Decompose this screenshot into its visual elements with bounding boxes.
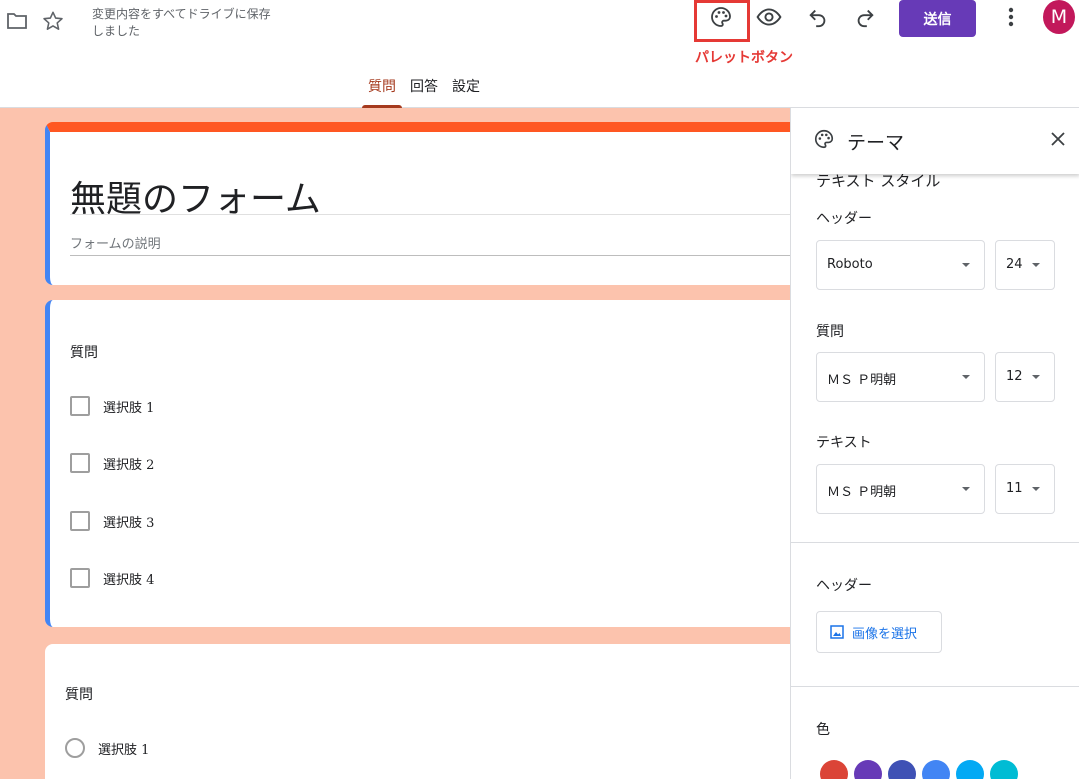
dropdown-arrow-icon <box>962 263 970 267</box>
header-font-value: Roboto <box>827 257 873 272</box>
redo-icon <box>857 9 874 28</box>
color-swatch[interactable] <box>956 760 984 779</box>
close-icon <box>1051 132 1065 146</box>
dropdown-arrow-icon <box>962 375 970 379</box>
radio-option[interactable]: 選択肢 1 <box>65 737 149 759</box>
checkbox-option[interactable]: 選択肢 2 <box>70 452 154 474</box>
question-title[interactable]: 質問 <box>70 342 98 362</box>
question-font-select[interactable]: ＭＳ Ｐ明朝 <box>816 352 985 402</box>
color-swatch[interactable] <box>922 760 950 779</box>
star-icon[interactable] <box>42 10 64 32</box>
header-size-value: 24 <box>1006 257 1023 272</box>
close-button[interactable] <box>1047 128 1069 150</box>
option-label[interactable]: 選択肢 2 <box>103 454 154 473</box>
color-swatch[interactable] <box>888 760 916 779</box>
palette-icon <box>815 129 834 149</box>
redo-button[interactable] <box>850 2 880 32</box>
question-size-value: 12 <box>1006 369 1023 384</box>
palette-icon <box>711 7 731 27</box>
tab-bar: 質問 回答 設定 <box>362 68 488 108</box>
color-swatch[interactable] <box>854 760 882 779</box>
avatar[interactable]: M <box>1043 0 1075 34</box>
form-description-field[interactable]: フォームの説明 <box>70 233 161 252</box>
header-size-select[interactable]: 24 <box>995 240 1055 290</box>
more-vert-icon <box>1008 7 1014 27</box>
option-label[interactable]: 選択肢 4 <box>103 569 154 588</box>
tab-responses[interactable]: 回答 <box>404 68 444 108</box>
checkbox[interactable] <box>70 568 90 588</box>
palette-annotation-label: パレットボタン <box>695 50 793 66</box>
theme-panel-header: テーマ <box>791 108 1079 174</box>
question-title[interactable]: 質問 <box>65 684 93 704</box>
theme-panel-title: テーマ <box>847 132 905 154</box>
description-underline <box>70 255 790 256</box>
send-button[interactable]: 送信 <box>899 0 976 37</box>
text-size-value: 11 <box>1006 481 1023 496</box>
text-size-select[interactable]: 11 <box>995 464 1055 514</box>
palette-button[interactable] <box>706 2 736 32</box>
undo-button[interactable] <box>803 2 833 32</box>
option-label[interactable]: 選択肢 3 <box>103 512 154 531</box>
image-icon <box>830 625 844 639</box>
text-font-label: テキスト <box>816 435 872 451</box>
header-font-label: ヘッダー <box>816 211 872 227</box>
theme-panel: テーマ テキスト スタイル ヘッダー Roboto 24 質問 ＭＳ Ｐ明朝 1… <box>790 108 1079 779</box>
eye-icon <box>756 8 782 26</box>
header-image-label: ヘッダー <box>816 578 872 594</box>
checkbox-option[interactable]: 選択肢 4 <box>70 567 154 589</box>
section-divider <box>791 542 1079 543</box>
dropdown-arrow-icon <box>962 487 970 491</box>
form-title-card[interactable]: 無題のフォーム フォームの説明 <box>45 122 790 285</box>
more-options-button[interactable] <box>996 2 1026 32</box>
checkbox[interactable] <box>70 511 90 531</box>
checkbox-option[interactable]: 選択肢 3 <box>70 510 154 532</box>
question-font-value: ＭＳ Ｐ明朝 <box>827 373 897 388</box>
tab-settings[interactable]: 設定 <box>446 68 486 108</box>
option-label[interactable]: 選択肢 1 <box>98 739 149 758</box>
section-divider <box>791 686 1079 687</box>
radio-button[interactable] <box>65 738 85 758</box>
text-font-select[interactable]: ＭＳ Ｐ明朝 <box>816 464 985 514</box>
checkbox-option[interactable]: 選択肢 1 <box>70 395 154 417</box>
dropdown-arrow-icon <box>1032 263 1040 267</box>
question-card-1[interactable]: 質問 選択肢 1 選択肢 2 選択肢 3 選択肢 4 <box>45 300 790 627</box>
question-font-label: 質問 <box>816 324 844 340</box>
question-card-2[interactable]: 質問 選択肢 1 <box>45 644 790 779</box>
header-font-select[interactable]: Roboto <box>816 240 985 290</box>
text-font-value: ＭＳ Ｐ明朝 <box>827 485 897 500</box>
preview-button[interactable] <box>754 2 784 32</box>
top-bar: 変更内容をすべてドライブに保存しました パレットボタン 送信 M 質問 回答 設… <box>0 0 1079 108</box>
folder-icon[interactable] <box>6 10 28 32</box>
checkbox[interactable] <box>70 453 90 473</box>
undo-icon <box>809 9 826 28</box>
dropdown-arrow-icon <box>1032 375 1040 379</box>
question-size-select[interactable]: 12 <box>995 352 1055 402</box>
option-label[interactable]: 選択肢 1 <box>103 397 154 416</box>
title-underline <box>70 214 790 215</box>
tab-questions[interactable]: 質問 <box>362 68 402 108</box>
dropdown-arrow-icon <box>1032 487 1040 491</box>
color-swatch[interactable] <box>990 760 1018 779</box>
choose-image-button[interactable]: 画像を選択 <box>816 611 942 653</box>
form-canvas: 無題のフォーム フォームの説明 質問 選択肢 1 選択肢 2 選択肢 3 選択肢… <box>0 108 790 779</box>
save-status-text: 変更内容をすべてドライブに保存しました <box>92 7 271 38</box>
color-swatch[interactable] <box>820 760 848 779</box>
choose-image-label: 画像を選択 <box>852 626 918 642</box>
checkbox[interactable] <box>70 396 90 416</box>
color-section-label: 色 <box>816 722 830 738</box>
